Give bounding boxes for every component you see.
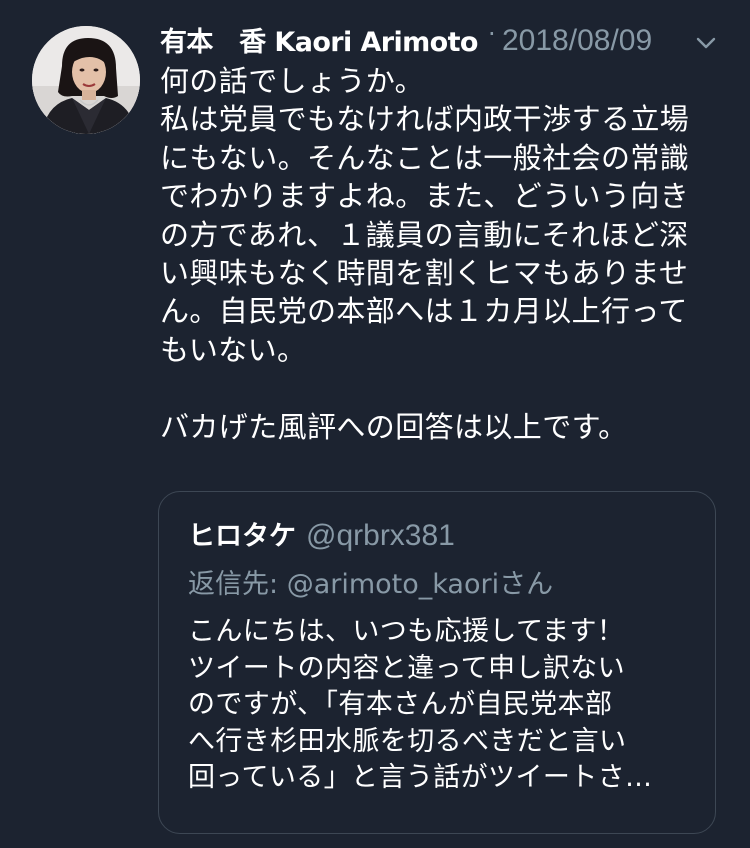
reply-to-line: 返信先: @arimoto_kaoriさん: [188, 562, 553, 601]
quoted-tweet[interactable]: ヒロタケ @qrbrx381 返信先: @arimoto_kaoriさん こんにち…: [158, 491, 716, 834]
tweet-date[interactable]: 2018/08/09: [502, 24, 652, 58]
profile-photo-icon: [32, 26, 140, 134]
author-name[interactable]: 有本 香 Kaori Arimoto: [160, 20, 478, 59]
quoted-tweet-header: ヒロタケ @qrbrx381: [188, 514, 455, 553]
tweet-header: 有本 香 Kaori Arimoto · 2018/08/09: [160, 18, 720, 62]
avatar[interactable]: [32, 26, 140, 134]
quoted-author-name: ヒロタケ: [188, 521, 296, 552]
tweet-text: 何の話でしょうか。 私は党員でもなければ内政干渉する立場 にもない。そんなことは…: [160, 64, 690, 444]
quoted-author-handle: @qrbrx381: [306, 519, 455, 552]
reply-mention[interactable]: @arimoto_kaori: [287, 569, 499, 600]
reply-suffix: さん: [499, 569, 554, 600]
reply-prefix: 返信先:: [188, 569, 287, 600]
tweet: 有本 香 Kaori Arimoto · 2018/08/09 何の話でしょうか…: [0, 0, 750, 848]
quoted-tweet-text: こんにちは、いつも応援してます！ ツイートの内容と違って申し訳ない のですが、「…: [188, 616, 653, 793]
separator-dot: ·: [488, 20, 496, 48]
chevron-down-icon[interactable]: [693, 30, 719, 56]
